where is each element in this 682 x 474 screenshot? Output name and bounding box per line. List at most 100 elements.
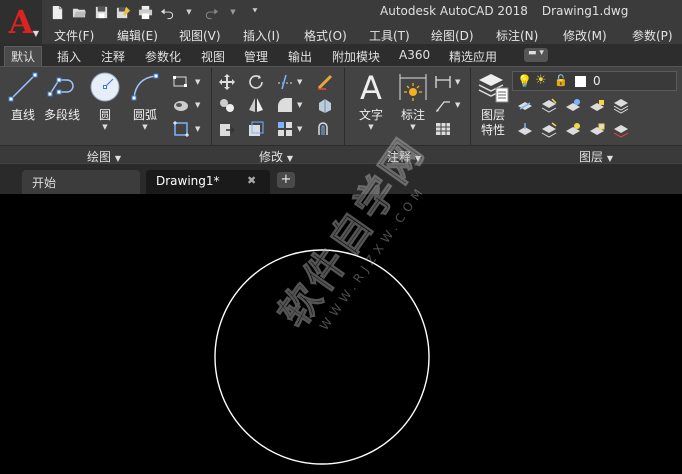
layer-color-swatch[interactable] <box>575 76 586 87</box>
layer-lock-button[interactable] <box>588 97 606 115</box>
folder-open-icon <box>72 8 86 17</box>
modify-panel-title[interactable]: 修改 ▼ <box>259 148 293 165</box>
lightbulb-icon[interactable]: 💡 <box>517 74 532 88</box>
layer-thaw-button[interactable] <box>564 121 582 139</box>
erase-tool-button[interactable] <box>316 73 334 91</box>
redo-button[interactable] <box>202 3 220 21</box>
offset-tool-button[interactable] <box>316 120 334 138</box>
chevron-down-icon[interactable]: ▼ <box>297 125 302 133</box>
chevron-down-icon[interactable]: ▼ <box>142 123 147 132</box>
dimension-tool-button[interactable]: 标注 ▼ <box>396 70 430 132</box>
new-drawing-tab-button[interactable]: + <box>277 172 295 188</box>
layer-merge-button[interactable] <box>612 121 630 139</box>
menu-modify[interactable]: 修改(M) <box>563 27 607 44</box>
title-bar: ▼ ▼ ⯆ Autodesk AutoCAD 2018 Drawing1.dwg <box>0 0 682 24</box>
stretch-tool-button[interactable] <box>218 120 236 138</box>
print-button[interactable] <box>136 3 154 21</box>
save-button[interactable] <box>92 3 110 21</box>
scale-tool-button[interactable] <box>247 120 265 138</box>
dimension-tool-label: 标注 <box>400 108 425 122</box>
tab-parametric[interactable]: 参数化 <box>139 47 187 66</box>
menu-parametric[interactable]: 参数(P) <box>632 27 673 44</box>
menu-insert[interactable]: 插入(I) <box>243 27 280 44</box>
fillet-tool-button[interactable] <box>276 96 294 114</box>
explode-tool-button[interactable] <box>316 96 334 114</box>
leader-tool-button[interactable] <box>434 96 452 114</box>
boundary-tool-button[interactable] <box>172 120 190 138</box>
layer-freeze-button[interactable] <box>564 97 582 115</box>
tab-featured-apps[interactable]: 精选应用 <box>443 47 503 66</box>
layer-off-button[interactable] <box>516 97 534 115</box>
tab-annotate[interactable]: 注释 <box>95 47 131 66</box>
open-file-button[interactable] <box>70 3 88 21</box>
move-tool-button[interactable] <box>218 73 236 91</box>
drawing-canvas[interactable] <box>0 194 682 474</box>
tab-output[interactable]: 输出 <box>282 47 318 66</box>
chevron-down-icon[interactable]: ▼ <box>455 101 460 109</box>
redo-dropdown[interactable]: ▼ <box>224 3 242 21</box>
chevron-down-icon[interactable]: ▼ <box>368 123 373 132</box>
application-menu-button[interactable]: A ▼ <box>0 0 42 44</box>
chevron-down-icon[interactable]: ▼ <box>410 123 415 132</box>
tab-start[interactable]: 开始 <box>22 170 140 194</box>
rectangle-tool-button[interactable] <box>172 73 190 91</box>
layer-properties-button[interactable]: 图层 特性 <box>476 70 510 138</box>
chevron-down-icon[interactable]: ▼ <box>195 125 200 133</box>
layer-properties-label-line2: 特性 <box>480 123 505 137</box>
chevron-down-icon[interactable]: ▼ <box>297 78 302 86</box>
chevron-down-icon[interactable]: ▼ <box>297 101 302 109</box>
save-as-button[interactable] <box>114 3 132 21</box>
tab-default[interactable]: 默认 <box>4 46 43 66</box>
menu-view[interactable]: 视图(V) <box>179 27 221 44</box>
layer-isolate-button[interactable] <box>540 97 558 115</box>
customize-qat-button[interactable]: ⯆ <box>246 3 264 21</box>
polyline-tool-button[interactable]: 多段线 <box>44 70 80 123</box>
menu-dimension[interactable]: 标注(N) <box>496 27 538 44</box>
array-tool-button[interactable] <box>276 120 294 138</box>
chevron-down-icon[interactable]: ▼ <box>195 78 200 86</box>
tab-view[interactable]: 视图 <box>195 47 231 66</box>
close-icon[interactable]: ✖ <box>247 174 256 187</box>
layers-panel-title[interactable]: 图层 ▼ <box>579 148 613 165</box>
undo-dropdown[interactable]: ▼ <box>180 3 198 21</box>
menu-draw[interactable]: 绘图(D) <box>431 27 474 44</box>
tab-addins[interactable]: 附加模块 <box>326 47 386 66</box>
hatch-tool-button[interactable] <box>172 96 190 114</box>
table-tool-button[interactable] <box>434 120 452 138</box>
linear-dimension-button[interactable] <box>434 73 452 91</box>
unlock-icon[interactable]: 🔓 <box>554 74 568 87</box>
chevron-down-icon[interactable]: ▼ <box>195 101 200 109</box>
layer-change-button[interactable] <box>540 121 558 139</box>
ribbon-display-toggle[interactable]: ▬ ▾ <box>524 48 548 62</box>
sun-icon[interactable]: ☀ <box>535 73 547 88</box>
chevron-down-icon[interactable]: ▼ <box>102 123 107 132</box>
mirror-tool-button[interactable] <box>247 96 265 114</box>
chevron-down-icon: ▼ <box>606 154 613 163</box>
copy-tool-button[interactable] <box>218 96 236 114</box>
tab-insert[interactable]: 插入 <box>51 47 87 66</box>
chevron-down-icon[interactable]: ▼ <box>455 78 460 86</box>
line-tool-button[interactable]: 直线 <box>6 70 40 123</box>
layer-dropdown[interactable]: 💡 ☀ 🔓 0 <box>512 71 677 91</box>
layer-unlock-button[interactable] <box>588 121 606 139</box>
new-file-button[interactable] <box>48 3 66 21</box>
array-icon <box>278 122 292 136</box>
layer-match-button[interactable] <box>516 121 534 139</box>
menu-file[interactable]: 文件(F) <box>54 27 94 44</box>
trim-tool-button[interactable] <box>276 73 294 91</box>
tab-a360[interactable]: A360 <box>393 47 436 66</box>
menu-edit[interactable]: 编辑(E) <box>117 27 158 44</box>
draw-panel-title[interactable]: 绘图 ▼ <box>87 148 121 165</box>
annotate-panel-title[interactable]: 注释 ▼ <box>387 148 421 165</box>
drawn-circle[interactable] <box>214 249 430 465</box>
tab-manage[interactable]: 管理 <box>238 47 274 66</box>
rotate-tool-button[interactable] <box>247 73 265 91</box>
layer-stack-button[interactable] <box>612 97 630 115</box>
menu-tools[interactable]: 工具(T) <box>369 27 410 44</box>
arc-tool-button[interactable]: 圆弧 ▼ <box>128 70 162 132</box>
circle-tool-button[interactable]: 圆 ▼ <box>88 70 122 132</box>
undo-button[interactable] <box>158 3 176 21</box>
line-tool-label: 直线 <box>10 108 35 122</box>
menu-format[interactable]: 格式(O) <box>304 27 347 44</box>
text-tool-button[interactable]: A 文字 ▼ <box>354 70 388 132</box>
